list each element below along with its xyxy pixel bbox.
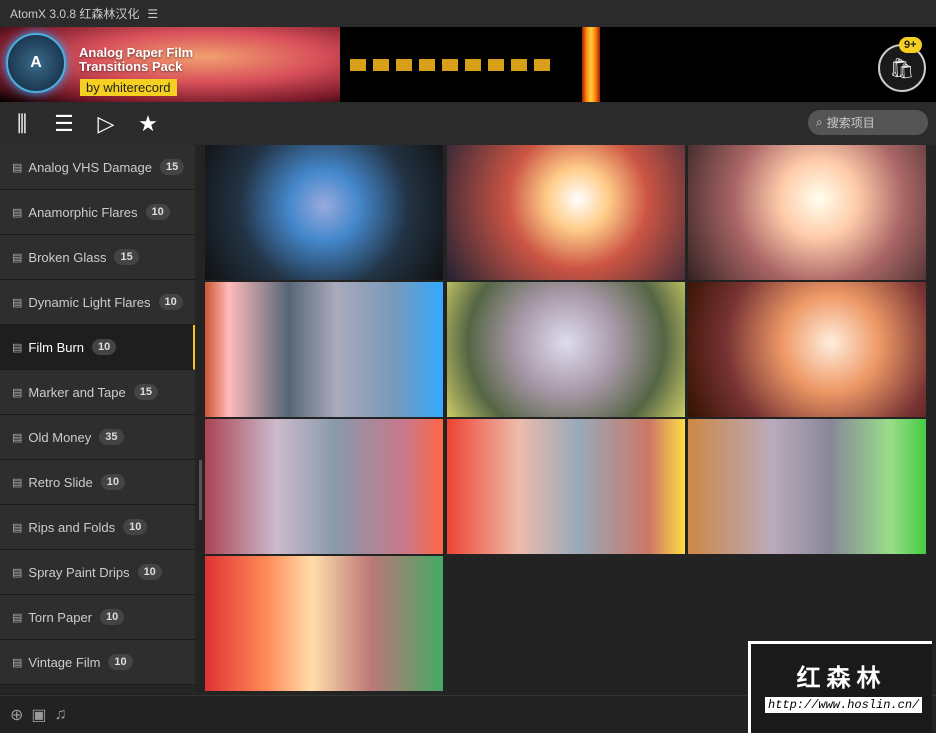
sidebar-item[interactable]: ▤ Marker and Tape 15 bbox=[0, 370, 195, 415]
item-count-badge: 10 bbox=[137, 564, 162, 580]
preset-icon: ▤ bbox=[12, 476, 23, 489]
preset-icon: ▤ bbox=[12, 656, 23, 669]
transition-thumbnail[interactable] bbox=[205, 419, 443, 554]
preset-icon: ▤ bbox=[12, 341, 23, 354]
sidebar-scrollbar[interactable] bbox=[199, 460, 202, 520]
item-count-badge: 10 bbox=[158, 294, 183, 310]
sidebar-item-label: Marker and Tape bbox=[28, 384, 126, 400]
sidebar-item-label: Old Money bbox=[28, 429, 92, 445]
sidebar-item-label: Anamorphic Flares bbox=[28, 204, 138, 220]
sidebar-item[interactable]: ▤ Old Money 35 bbox=[0, 415, 195, 460]
preset-icon: ▤ bbox=[12, 206, 23, 219]
sidebar-item[interactable]: ▤ Rips and Folds 10 bbox=[0, 505, 195, 550]
hamburger-icon[interactable]: ☰ bbox=[147, 7, 158, 21]
watermark: 红森林 http://www.hoslin.cn/ bbox=[748, 641, 932, 733]
sidebar-item-label: Torn Paper bbox=[28, 609, 92, 625]
atomx-logo: A bbox=[6, 33, 66, 93]
transition-thumbnail[interactable] bbox=[446, 419, 685, 554]
sidebar-item-label: Rips and Folds bbox=[28, 519, 116, 535]
preset-icon: ▤ bbox=[12, 161, 23, 174]
item-count-badge: 10 bbox=[145, 204, 170, 220]
preset-icon: ▤ bbox=[12, 611, 23, 624]
sidebar-item[interactable]: ▤ Dynamic Light Flares 10 bbox=[0, 280, 195, 325]
transition-thumbnail[interactable] bbox=[205, 282, 443, 417]
shopping-bag-icon: 🛍 bbox=[889, 57, 915, 80]
item-count-badge: 15 bbox=[159, 159, 185, 175]
preset-icon: ▤ bbox=[12, 386, 23, 399]
transition-thumbnail[interactable] bbox=[446, 282, 685, 417]
sidebar-item[interactable]: ▤ Spray Paint Drips 10 bbox=[0, 550, 195, 595]
sidebar-item-label: Spray Paint Drips bbox=[28, 564, 130, 580]
preset-icon: ▤ bbox=[12, 251, 23, 264]
item-count-badge: 15 bbox=[114, 249, 139, 265]
banner-byline: by whiterecord bbox=[80, 79, 177, 96]
transition-thumbnail[interactable] bbox=[688, 145, 926, 280]
transition-thumbnail[interactable] bbox=[688, 282, 926, 417]
film-burn-strip bbox=[582, 27, 600, 102]
star-icon[interactable]: ★ bbox=[136, 111, 160, 137]
sidebar-item[interactable]: ▤ Broken Glass 15 bbox=[0, 235, 195, 280]
video-icon[interactable]: ▣ bbox=[31, 705, 46, 725]
sidebar-item[interactable]: ▤ Analog VHS Damage 15 bbox=[0, 145, 195, 190]
cart-badge: 9+ bbox=[899, 37, 922, 53]
video-file-icon[interactable]: ▷ bbox=[94, 111, 118, 137]
toolbar: ⫼ ☰ ▷ ★ ⌕ 搜索项目 bbox=[0, 102, 936, 145]
banner-title: Analog Paper Film Transitions Pack bbox=[79, 45, 194, 74]
sidebar-item-label: Retro Slide bbox=[28, 474, 93, 490]
sidebar-item[interactable]: ▤ Anamorphic Flares 10 bbox=[0, 190, 195, 235]
sidebar-item[interactable]: ▤ Film Burn 10 bbox=[0, 325, 195, 370]
item-count-badge: 10 bbox=[108, 654, 133, 670]
sidebar-item[interactable]: ▤ Torn Paper 10 bbox=[0, 595, 195, 640]
music-icon[interactable]: ♫ bbox=[55, 706, 67, 724]
transition-thumbnail[interactable] bbox=[446, 145, 685, 280]
item-count-badge: 15 bbox=[133, 384, 158, 400]
search-icon: ⌕ bbox=[816, 115, 823, 129]
sidebar-item[interactable]: ▤ Retro Slide 10 bbox=[0, 460, 195, 505]
sidebar-item-label: Film Burn bbox=[28, 339, 85, 355]
sidebar-item[interactable]: ▤ Vintage Film 10 bbox=[0, 640, 195, 685]
item-count-badge: 10 bbox=[123, 519, 148, 535]
app-title: AtomX 3.0.8 红森林汉化 bbox=[10, 7, 140, 21]
transition-thumbnail[interactable] bbox=[688, 419, 926, 554]
list-icon[interactable]: ☰ bbox=[52, 111, 76, 137]
sidebar-item-label: Broken Glass bbox=[28, 249, 107, 265]
item-count-badge: 10 bbox=[92, 339, 117, 355]
search-input[interactable]: ⌕ 搜索项目 bbox=[808, 110, 928, 135]
preset-icon: ▤ bbox=[12, 521, 23, 534]
sliders-icon[interactable]: ⫼ bbox=[10, 111, 34, 137]
title-bar: AtomX 3.0.8 红森林汉化 ☰ bbox=[0, 0, 936, 27]
target-icon[interactable]: ⊕ bbox=[10, 705, 23, 725]
preset-icon: ▤ bbox=[12, 296, 23, 309]
category-sidebar: ▤ Analog VHS Damage 15 ▤ Anamorphic Flares 10… bbox=[0, 145, 195, 693]
item-count-badge: 10 bbox=[100, 474, 125, 490]
sidebar-item-label: Analog VHS Damage bbox=[28, 159, 152, 175]
sidebar-item-label: Vintage Film bbox=[28, 654, 101, 670]
transition-thumbnail[interactable] bbox=[205, 556, 443, 691]
item-count-badge: 35 bbox=[99, 429, 124, 445]
sidebar-item-label: Dynamic Light Flares bbox=[28, 294, 151, 310]
preset-icon: ▤ bbox=[12, 566, 23, 579]
item-count-badge: 10 bbox=[100, 609, 125, 625]
preset-icon: ▤ bbox=[12, 431, 23, 444]
banner[interactable]: A Analog Paper Film Transitions Pack by w… bbox=[0, 27, 936, 102]
transition-thumbnail[interactable] bbox=[205, 145, 443, 280]
transition-shapes bbox=[350, 59, 550, 71]
